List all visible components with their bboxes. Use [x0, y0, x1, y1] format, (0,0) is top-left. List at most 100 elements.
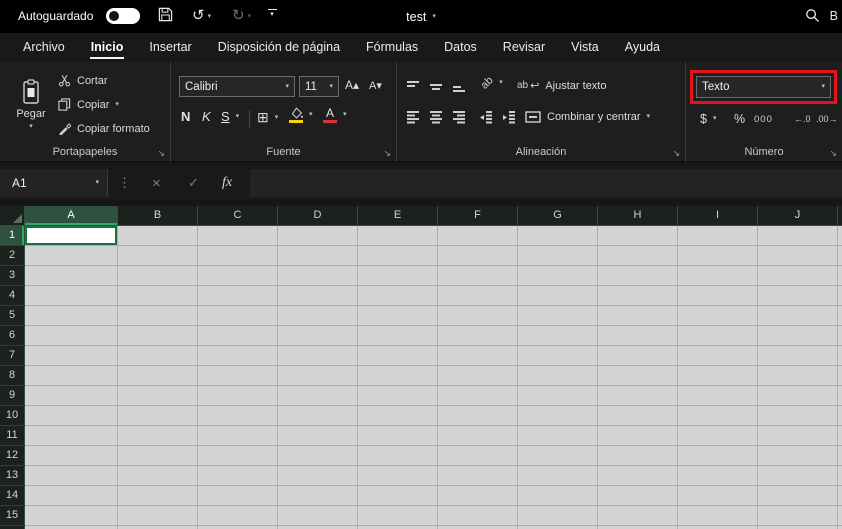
cell[interactable]: [358, 466, 438, 486]
cell[interactable]: [25, 346, 118, 366]
cell[interactable]: [278, 506, 358, 526]
cell[interactable]: [838, 246, 842, 266]
cell[interactable]: [678, 426, 758, 446]
cell[interactable]: [598, 506, 678, 526]
enter-button[interactable]: ✓: [188, 166, 199, 200]
cell[interactable]: [758, 426, 838, 446]
column-header[interactable]: I: [678, 206, 758, 226]
cell[interactable]: [118, 486, 198, 506]
cell[interactable]: [598, 226, 678, 246]
chevron-down-icon[interactable]: ▾: [248, 12, 252, 20]
cell[interactable]: [198, 246, 278, 266]
cell[interactable]: [758, 366, 838, 386]
cell[interactable]: [278, 266, 358, 286]
cell[interactable]: [278, 306, 358, 326]
tab-inicio[interactable]: Inicio: [78, 33, 137, 62]
tab-insertar[interactable]: Insertar: [136, 33, 204, 62]
cell[interactable]: [598, 486, 678, 506]
orientation-button[interactable]: ab ▾: [479, 74, 503, 91]
row-header[interactable]: 5: [0, 306, 25, 326]
cell[interactable]: [518, 286, 598, 306]
cell[interactable]: [278, 226, 358, 246]
cell[interactable]: [25, 266, 118, 286]
cell[interactable]: [838, 486, 842, 506]
column-header[interactable]: H: [598, 206, 678, 226]
cell[interactable]: [678, 266, 758, 286]
row-header[interactable]: 9: [0, 386, 25, 406]
cell[interactable]: [518, 406, 598, 426]
merge-center-button[interactable]: Combinar y centrar ▾: [525, 111, 650, 123]
cell[interactable]: [358, 426, 438, 446]
currency-format-button[interactable]: $ ▾: [700, 112, 716, 126]
cell[interactable]: [358, 366, 438, 386]
cell[interactable]: [198, 486, 278, 506]
increase-decimal-button[interactable]: ←.0: [794, 114, 811, 124]
column-header[interactable]: D: [278, 206, 358, 226]
cell[interactable]: [25, 226, 118, 246]
cell[interactable]: [598, 266, 678, 286]
cell[interactable]: [598, 366, 678, 386]
dialog-launcher-icon[interactable]: ↘: [157, 148, 165, 158]
decrease-indent-button[interactable]: [479, 111, 493, 124]
cell[interactable]: [198, 366, 278, 386]
align-bottom-button[interactable]: [452, 80, 466, 93]
font-family-select[interactable]: Calibri ▾: [179, 76, 295, 97]
redo-button[interactable]: ↻ ▾: [232, 7, 251, 25]
cell[interactable]: [438, 346, 518, 366]
cell[interactable]: [25, 466, 118, 486]
column-header[interactable]: F: [438, 206, 518, 226]
chevron-down-icon[interactable]: ▾: [236, 113, 240, 121]
cell[interactable]: [118, 326, 198, 346]
cell[interactable]: [25, 446, 118, 466]
cell[interactable]: [278, 446, 358, 466]
cell[interactable]: [118, 446, 198, 466]
cell[interactable]: [198, 406, 278, 426]
cell[interactable]: [25, 366, 118, 386]
undo-button[interactable]: ↺ ▾: [192, 7, 211, 25]
column-header[interactable]: E: [358, 206, 438, 226]
cell[interactable]: [758, 446, 838, 466]
cell[interactable]: [278, 346, 358, 366]
align-right-button[interactable]: [452, 111, 466, 124]
tab-ayuda[interactable]: Ayuda: [612, 33, 673, 62]
tab-revisar[interactable]: Revisar: [490, 33, 558, 62]
cell[interactable]: [598, 406, 678, 426]
tab-formulas[interactable]: Fórmulas: [353, 33, 431, 62]
cell[interactable]: [118, 306, 198, 326]
cell[interactable]: [678, 486, 758, 506]
cell[interactable]: [838, 366, 842, 386]
save-button[interactable]: [158, 7, 173, 22]
cell[interactable]: [198, 466, 278, 486]
cell[interactable]: [438, 246, 518, 266]
comma-format-button[interactable]: 000: [754, 114, 773, 125]
cell[interactable]: [518, 266, 598, 286]
cell[interactable]: [518, 446, 598, 466]
cell[interactable]: [758, 346, 838, 366]
cell[interactable]: [758, 406, 838, 426]
row-header[interactable]: 1: [0, 226, 25, 246]
cell[interactable]: [358, 486, 438, 506]
column-header[interactable]: C: [198, 206, 278, 226]
cell[interactable]: [598, 286, 678, 306]
customize-quick-access-button[interactable]: ▾: [266, 9, 278, 19]
cell[interactable]: [678, 466, 758, 486]
cell[interactable]: [518, 506, 598, 526]
cell[interactable]: [358, 266, 438, 286]
cell[interactable]: [118, 386, 198, 406]
cell[interactable]: [25, 306, 118, 326]
cell[interactable]: [438, 366, 518, 386]
column-header[interactable]: A: [25, 206, 118, 226]
cell[interactable]: [598, 446, 678, 466]
cell[interactable]: [678, 366, 758, 386]
cell[interactable]: [678, 346, 758, 366]
number-format-select[interactable]: Texto ▾: [696, 76, 831, 98]
column-header[interactable]: G: [518, 206, 598, 226]
cell[interactable]: [678, 326, 758, 346]
cell[interactable]: [758, 266, 838, 286]
percent-format-button[interactable]: %: [734, 112, 745, 126]
cell[interactable]: [278, 386, 358, 406]
cell[interactable]: [598, 246, 678, 266]
cancel-button[interactable]: ×: [152, 166, 161, 200]
cell[interactable]: [198, 506, 278, 526]
cell[interactable]: [758, 286, 838, 306]
